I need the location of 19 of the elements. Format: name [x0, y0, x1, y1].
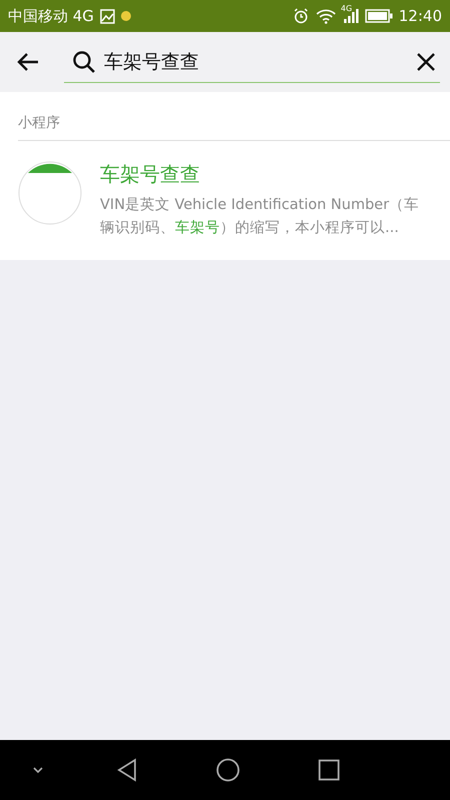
app-description: VIN是英文 Vehicle Identification Number（车辆识别码、车架号）的缩写，本小程序可以... [100, 196, 420, 238]
collapse-chevron-icon[interactable] [32, 766, 44, 774]
search-icon [72, 50, 96, 74]
alarm-icon [292, 8, 309, 24]
back-arrow-icon[interactable] [16, 52, 40, 72]
home-icon[interactable] [216, 758, 240, 782]
battery-icon [364, 9, 393, 23]
close-icon[interactable] [416, 52, 436, 72]
back-icon[interactable] [116, 758, 138, 782]
image-icon [100, 8, 115, 24]
recents-icon[interactable] [318, 759, 340, 781]
wifi-icon [314, 8, 337, 24]
app-avatar-icon[interactable] [18, 161, 82, 225]
network-type-label: 4G [340, 4, 352, 13]
search-field[interactable]: 车架号查查 [64, 42, 440, 82]
carrier-label: 中国移动 4G [8, 6, 94, 26]
section-title: 小程序 [18, 92, 450, 141]
notification-dot [120, 11, 131, 21]
clock-time: 12:40 [398, 7, 442, 25]
